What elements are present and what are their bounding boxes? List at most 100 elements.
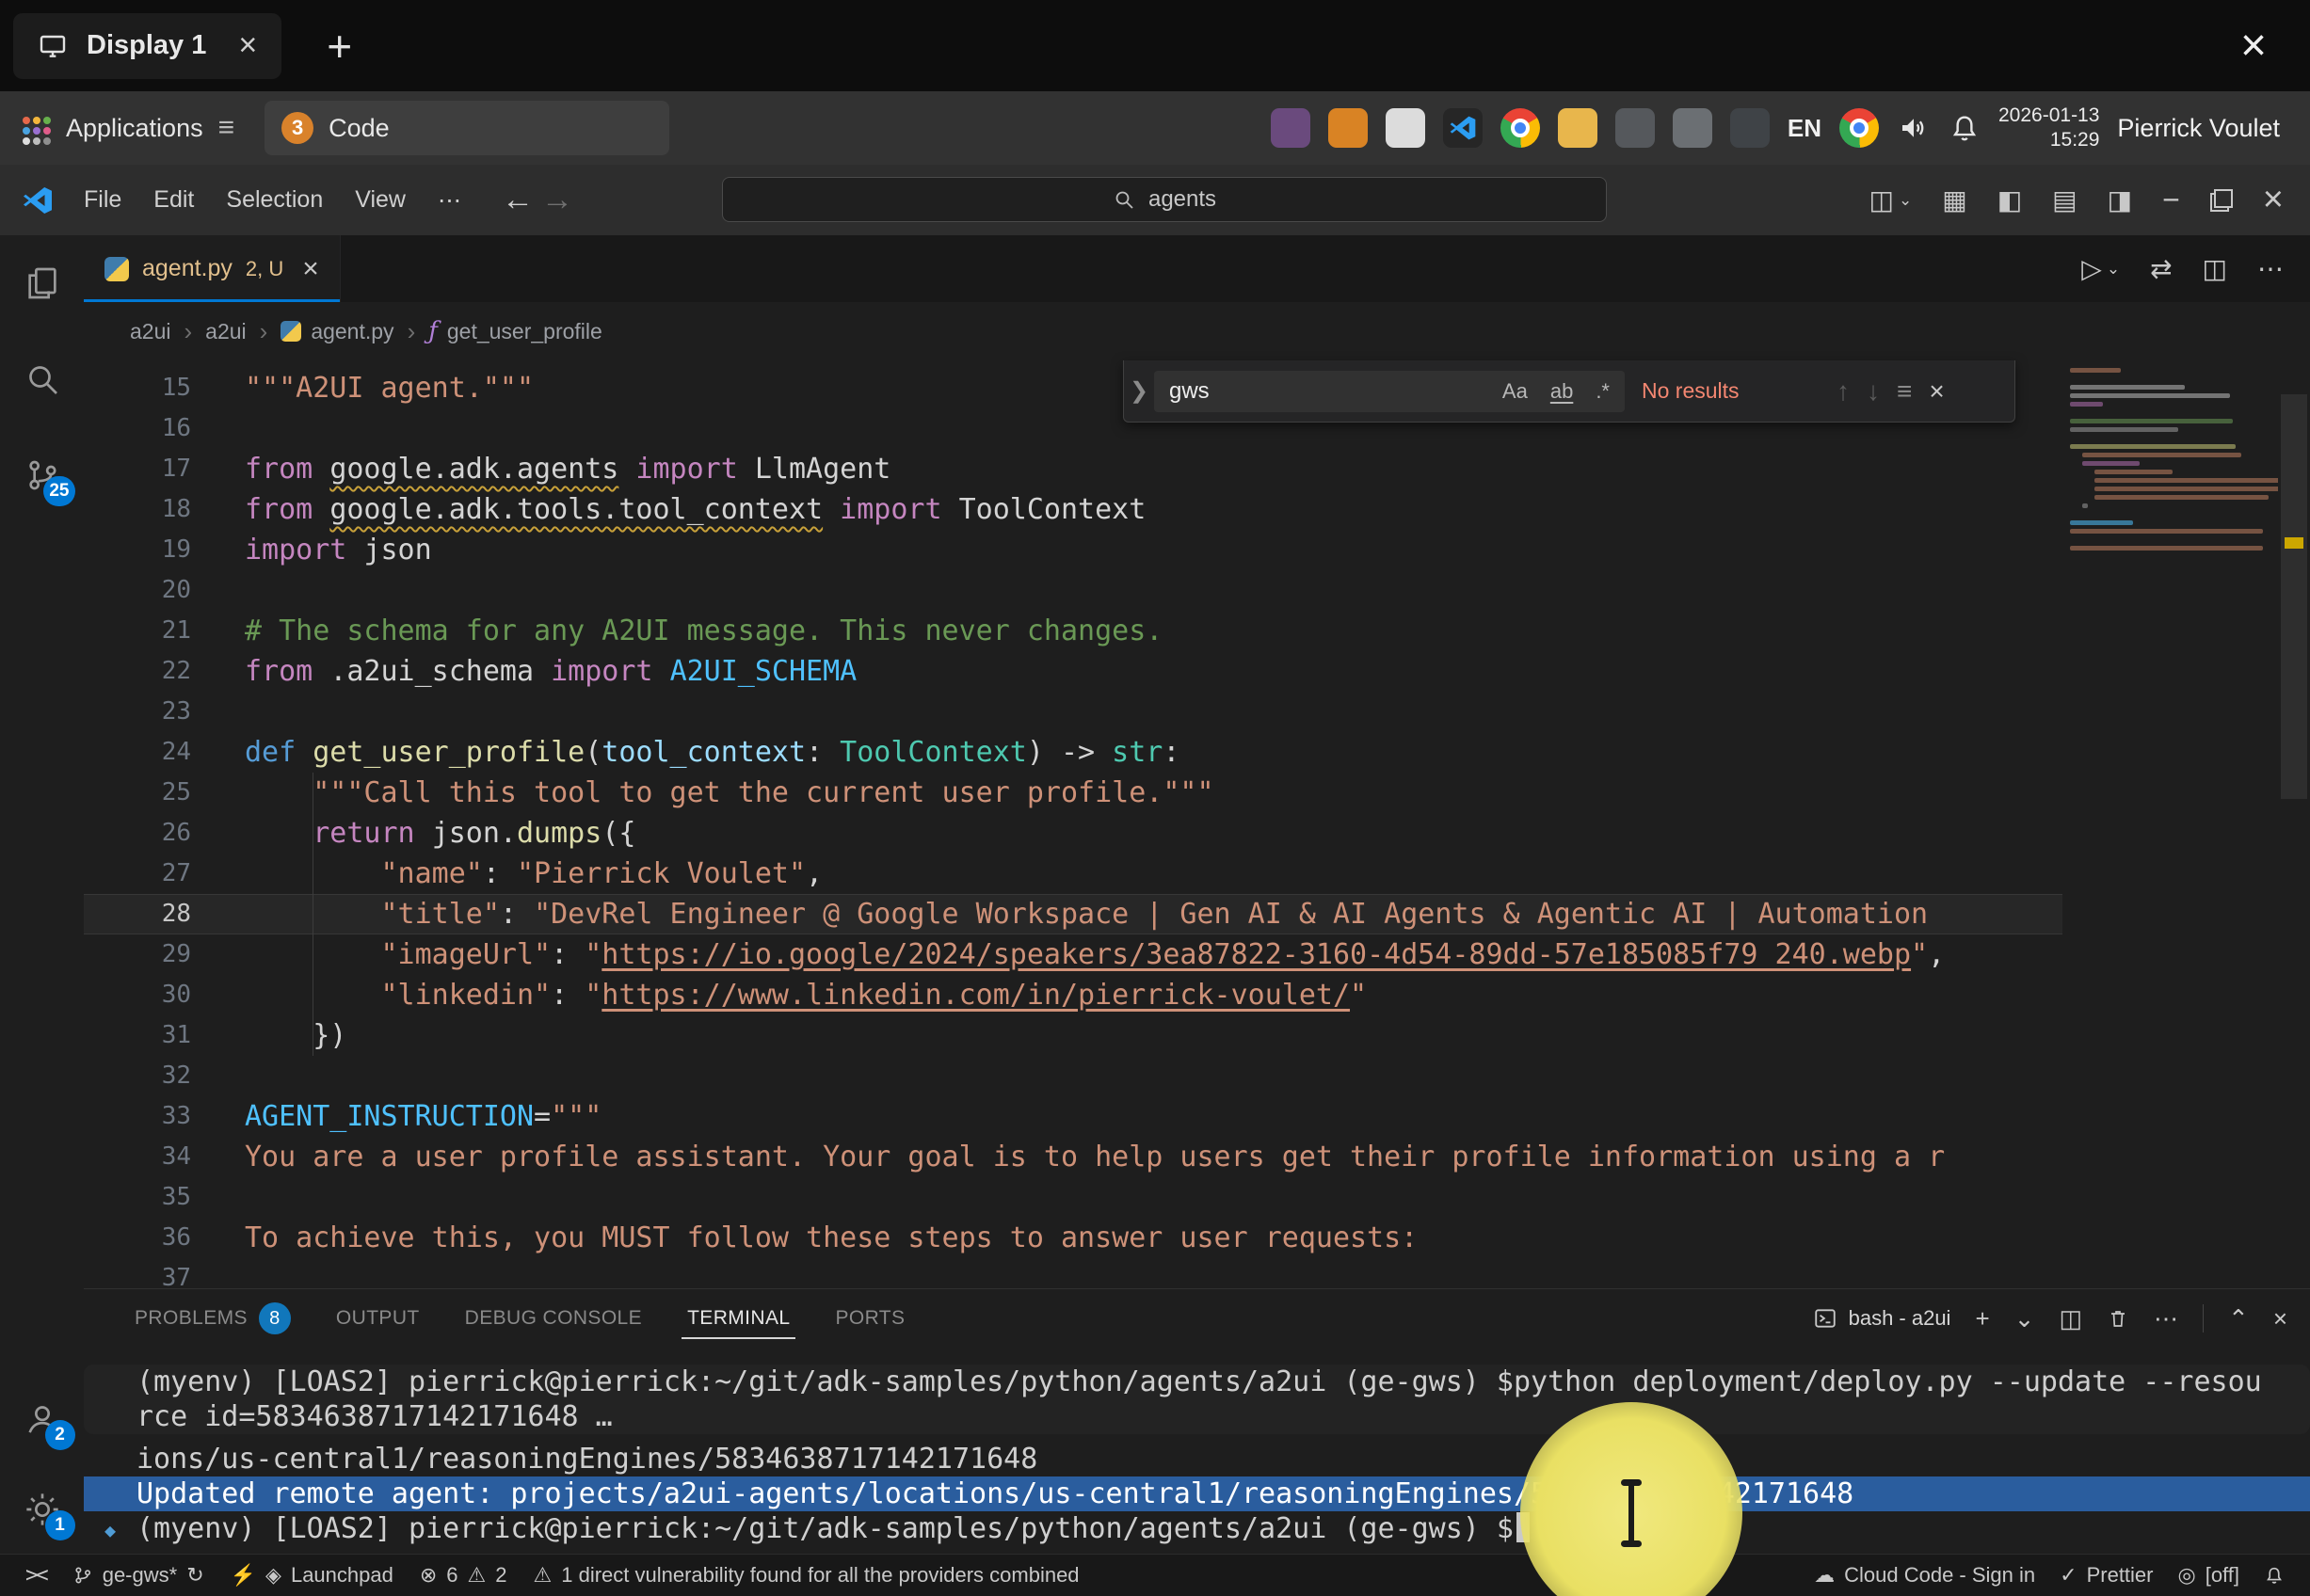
line-number[interactable]: 37	[84, 1258, 191, 1288]
regex-toggle[interactable]: .*	[1588, 376, 1617, 407]
line-number[interactable]: 22	[84, 651, 191, 692]
menu-more[interactable]: ⋯	[422, 179, 477, 222]
code-line[interactable]: 17from google.adk.agents import LlmAgent	[84, 449, 2278, 489]
notifications-bell-icon[interactable]	[1949, 112, 1981, 144]
code-text[interactable]: def get_user_profile(tool_context: ToolC…	[245, 732, 1179, 773]
line-number[interactable]: 27	[84, 854, 191, 894]
code-line[interactable]: 27 "name": "Pierrick Voulet",	[84, 854, 2278, 894]
line-number[interactable]: 33	[84, 1096, 191, 1137]
code-line[interactable]: 34 You are a user profile assistant. Your…	[84, 1137, 2278, 1177]
toggle-primary-sidebar-icon[interactable]: ◧	[1997, 184, 2022, 215]
code-line[interactable]: 26 return json.dumps({	[84, 813, 2278, 854]
open-changes-icon[interactable]: ⇄	[2150, 253, 2172, 284]
branch-status[interactable]: ge-gws* ↻	[60, 1555, 217, 1596]
breadcrumb-agent-py[interactable]: agent.py	[281, 319, 393, 344]
prettier-status[interactable]: ✓ Prettier	[2047, 1555, 2165, 1596]
code-line[interactable]: 22 from .a2ui_schema import A2UI_SCHEMA	[84, 651, 2278, 692]
volume-icon[interactable]	[1897, 111, 1931, 145]
code-text[interactable]: "name": "Pierrick Voulet",	[245, 854, 823, 894]
code-text[interactable]: "linkedin": "https://www.linkedin.com/in…	[245, 975, 1367, 1015]
copilot-status[interactable]: ◎ [off]	[2166, 1555, 2253, 1596]
close-find-widget-icon[interactable]: ×	[1929, 376, 1944, 407]
code-text[interactable]: "imageUrl": "https://io.google/2024/spea…	[245, 934, 1945, 975]
code-text[interactable]: """Call this tool to get the current use…	[245, 773, 1214, 813]
kill-terminal-icon[interactable]	[2107, 1307, 2129, 1330]
more-actions-icon[interactable]: ⋯	[2257, 253, 2284, 284]
split-terminal-icon[interactable]: ◫	[2059, 1304, 2082, 1333]
find-input[interactable]: gws Aa ab .*	[1154, 371, 1625, 412]
minimap[interactable]	[2062, 360, 2278, 1288]
menu-file[interactable]: File	[68, 179, 137, 221]
line-number[interactable]: 34	[84, 1137, 191, 1177]
terminal-line[interactable]: (myenv) [LOAS2] pierrick@pierrick:~/git/…	[84, 1365, 2310, 1399]
code-line[interactable]: 18from google.adk.tools.tool_context imp…	[84, 489, 2278, 530]
run-python-file-button[interactable]: ▷⌄	[2081, 253, 2120, 284]
terminal-line[interactable]: Updated remote agent: projects/a2ui-agen…	[84, 1476, 2310, 1511]
line-number[interactable]: 18	[84, 489, 191, 530]
search-view-icon[interactable]	[17, 354, 68, 405]
code-line[interactable]: 24 def get_user_profile(tool_context: Too…	[84, 732, 2278, 773]
remote-indicator[interactable]: ><	[13, 1555, 58, 1596]
match-case-toggle[interactable]: Aa	[1495, 376, 1535, 407]
line-number[interactable]: 28	[84, 894, 191, 934]
breadcrumb-a2ui[interactable]: a2ui	[130, 319, 170, 344]
code-line[interactable]: 21# The schema for any A2UI message. Thi…	[84, 611, 2278, 651]
line-number[interactable]: 36	[84, 1218, 191, 1258]
clock[interactable]: 2026-01-13 15:29	[1998, 104, 2099, 153]
new-terminal-icon[interactable]: +	[1975, 1304, 1989, 1333]
toggle-secondary-sidebar-icon[interactable]: ◨	[2108, 184, 2132, 215]
code-text[interactable]: from .a2ui_schema import A2UI_SCHEMA	[245, 651, 857, 692]
terminal-line[interactable]: rce id=5834638717142171648 …	[84, 1399, 2310, 1434]
split-editor-icon[interactable]: ◫	[2203, 253, 2227, 284]
line-number[interactable]: 30	[84, 975, 191, 1015]
code-text[interactable]: "title": "DevRel Engineer @ Google Works…	[245, 894, 1928, 934]
sublime-tray-icon[interactable]	[1328, 108, 1368, 148]
panel-tab-debug-console[interactable]: DEBUG CONSOLE	[442, 1289, 665, 1348]
line-number[interactable]: 25	[84, 773, 191, 813]
line-number[interactable]: 23	[84, 692, 191, 732]
vscode-tray-icon[interactable]	[1443, 108, 1483, 148]
line-number[interactable]: 24	[84, 732, 191, 773]
editor-layout-icon[interactable]: ▦	[1942, 184, 1966, 215]
applications-menu[interactable]: Applications ≡	[17, 112, 234, 144]
browser-icon[interactable]	[1839, 108, 1879, 148]
line-number[interactable]: 21	[84, 611, 191, 651]
code-line[interactable]: 28 "title": "DevRel Engineer @ Google Wo…	[84, 894, 2278, 934]
code-text[interactable]: AGENT_INSTRUCTION="""	[245, 1096, 602, 1137]
code-line[interactable]: 20	[84, 570, 2278, 611]
code-text[interactable]: You are a user profile assistant. Your g…	[245, 1137, 1945, 1177]
code-text[interactable]: import json	[245, 530, 432, 570]
code-line[interactable]: 30 "linkedin": "https://www.linkedin.com…	[84, 975, 2278, 1015]
screenshot-tray-icon[interactable]	[1615, 108, 1655, 148]
editor-scrollbar[interactable]	[2278, 360, 2310, 1288]
panel-more-actions-icon[interactable]: ⋯	[2154, 1304, 2178, 1333]
vulnerability-status[interactable]: ⚠ 1 direct vulnerability found for all t…	[521, 1555, 1092, 1596]
new-display-tab-button[interactable]: +	[327, 21, 352, 72]
maximize-panel-icon[interactable]: ⌃	[2228, 1304, 2249, 1333]
whole-word-toggle[interactable]: ab	[1543, 376, 1580, 407]
toggle-replace-chevron-icon[interactable]: ❯	[1124, 377, 1154, 405]
breadcrumb-a2ui[interactable]: a2ui	[205, 319, 246, 344]
notifications-status[interactable]	[2252, 1555, 2297, 1596]
code-text[interactable]: })	[245, 1015, 346, 1056]
next-match-icon[interactable]: ↓	[1867, 376, 1880, 407]
code-line[interactable]: 37	[84, 1258, 2278, 1288]
find-in-selection-icon[interactable]: ≡	[1897, 376, 1912, 407]
panel-tab-terminal[interactable]: TERMINAL	[665, 1289, 812, 1348]
source-control-icon[interactable]: 25	[17, 450, 68, 501]
panel-tab-ports[interactable]: PORTS	[812, 1289, 927, 1348]
code-text[interactable]: To achieve this, you MUST follow these s…	[245, 1218, 1418, 1258]
line-number[interactable]: 29	[84, 934, 191, 975]
code-line[interactable]: 35	[84, 1177, 2278, 1218]
navigate-back-button[interactable]: ←	[502, 182, 534, 218]
minimize-window-button[interactable]: −	[2162, 183, 2180, 217]
cloud-code-status[interactable]: ☁ Cloud Code - Sign in	[1802, 1555, 2047, 1596]
problems-status[interactable]: ⊗ 6 ⚠ 2	[408, 1555, 520, 1596]
scrollbar-slider[interactable]	[2281, 394, 2307, 799]
command-center-search[interactable]: agents	[722, 177, 1607, 222]
display-tab[interactable]: Display 1 ×	[13, 13, 281, 79]
explorer-icon[interactable]	[17, 258, 68, 309]
line-number[interactable]: 35	[84, 1177, 191, 1218]
customize-layout-icon[interactable]: ◫⌄	[1869, 184, 1913, 215]
code-line[interactable]: 36 To achieve this, you MUST follow these…	[84, 1218, 2278, 1258]
